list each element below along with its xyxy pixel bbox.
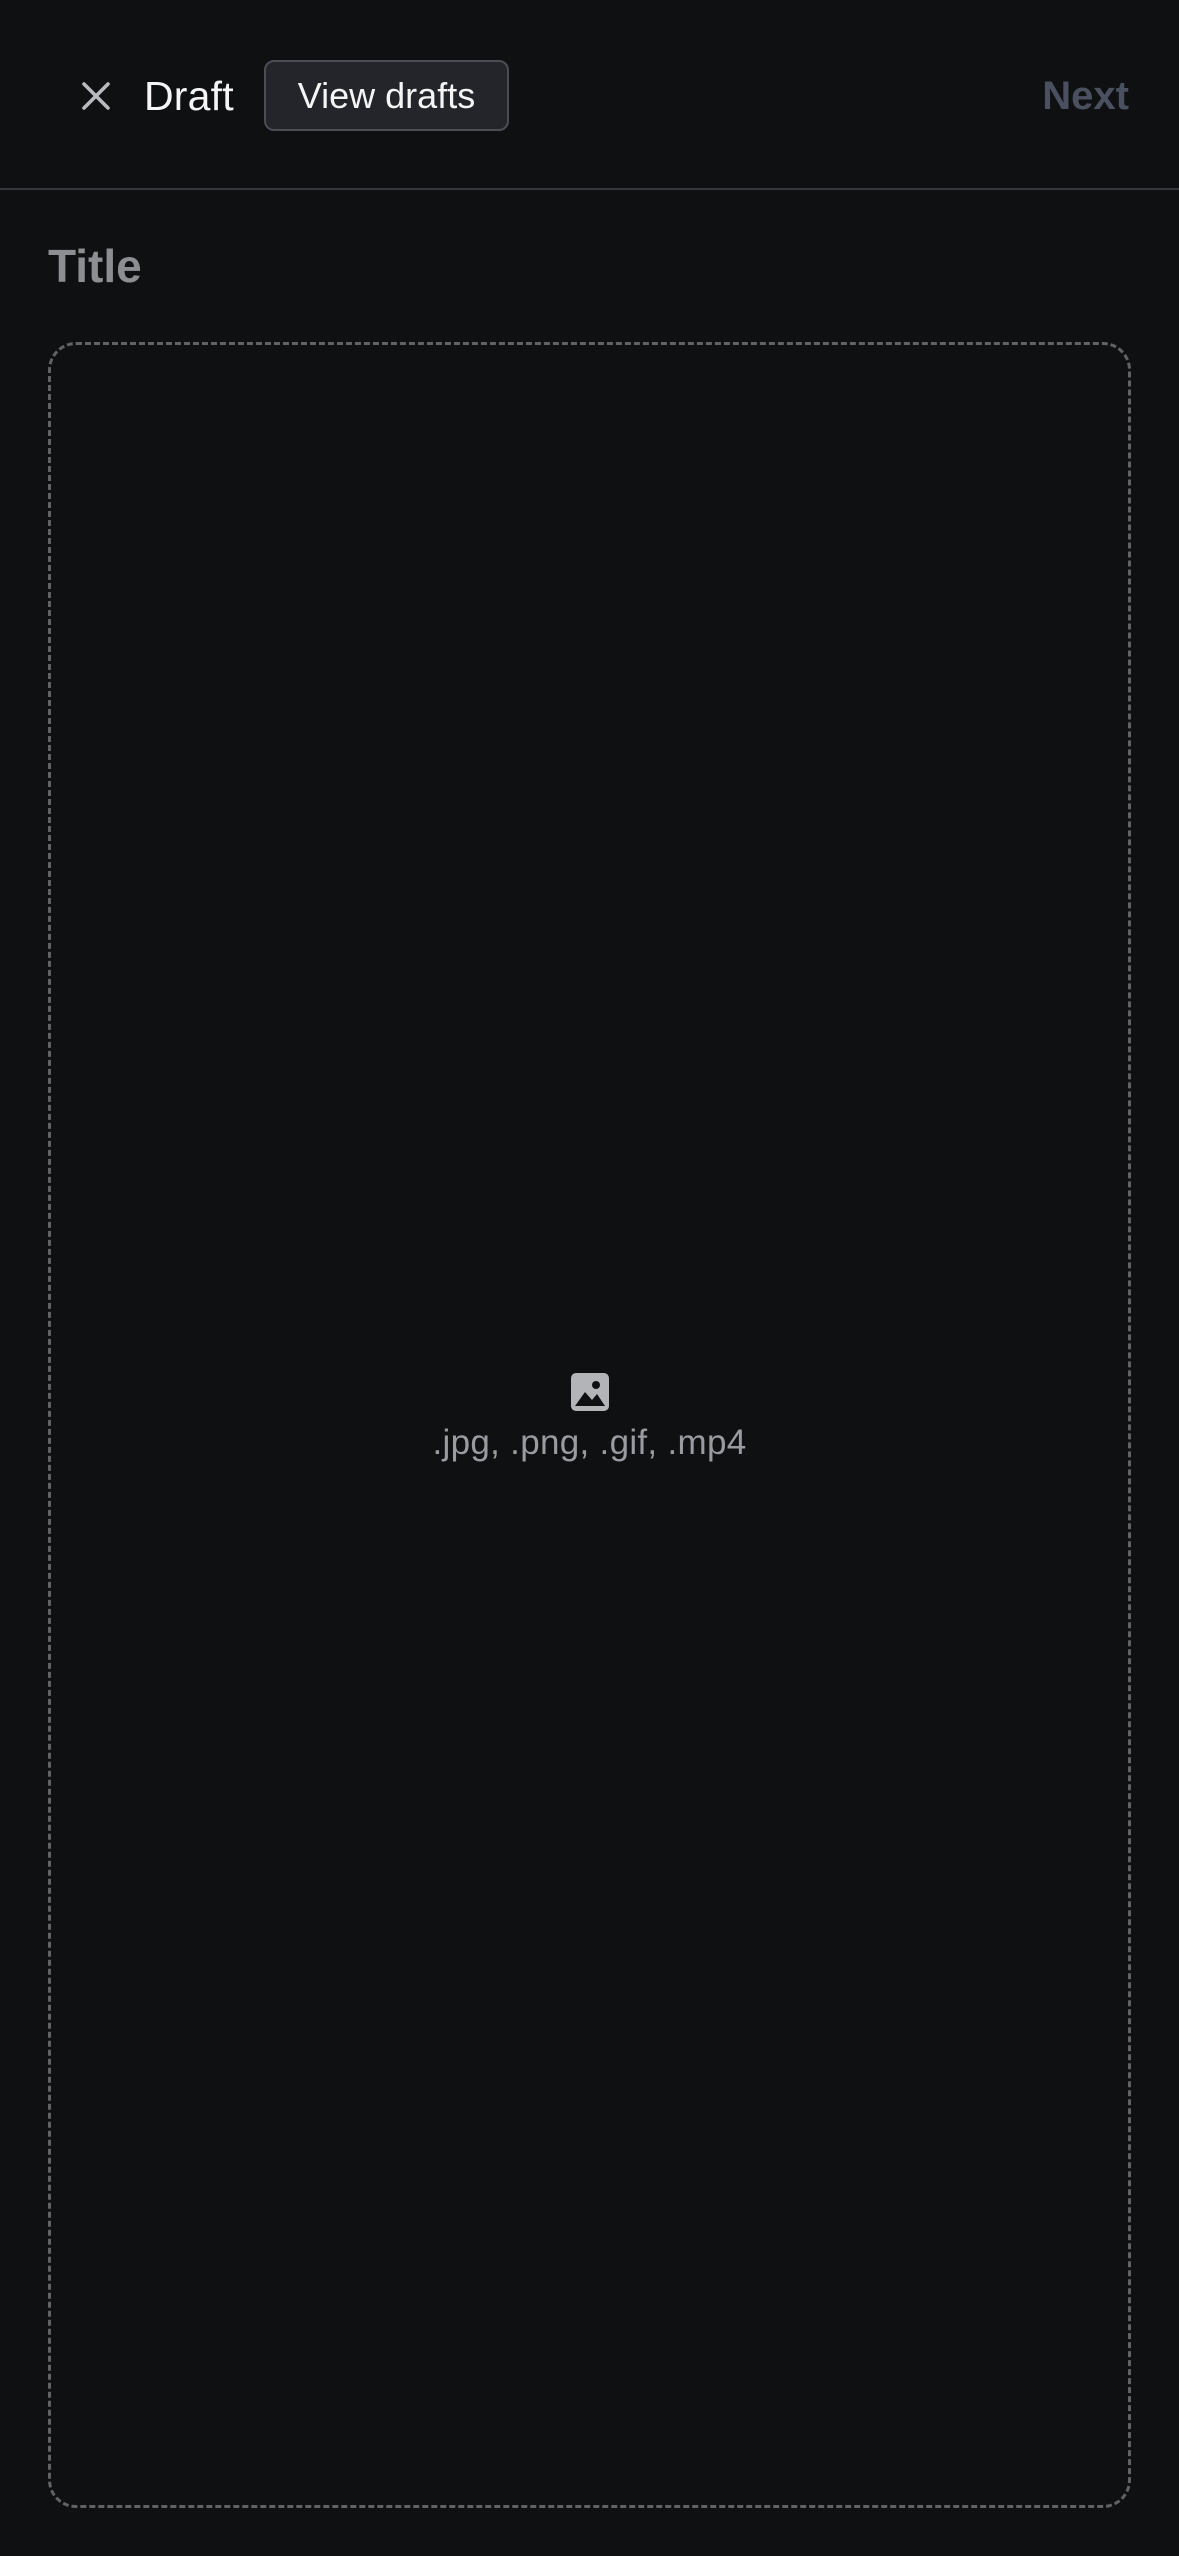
upload-hint: .jpg, .png, .gif, .mp4 bbox=[51, 1373, 1128, 1463]
page-title: Draft bbox=[144, 73, 234, 119]
close-button[interactable] bbox=[70, 70, 122, 122]
media-upload-dropzone[interactable]: .jpg, .png, .gif, .mp4 bbox=[48, 342, 1131, 2508]
next-button[interactable]: Next bbox=[1042, 68, 1129, 124]
title-input[interactable]: Title bbox=[48, 238, 1128, 294]
close-icon bbox=[81, 81, 111, 111]
supported-formats-text: .jpg, .png, .gif, .mp4 bbox=[432, 1423, 747, 1462]
image-icon bbox=[570, 1373, 609, 1411]
view-drafts-button[interactable]: View drafts bbox=[264, 60, 509, 131]
top-bar: Draft View drafts Next bbox=[0, 0, 1179, 190]
